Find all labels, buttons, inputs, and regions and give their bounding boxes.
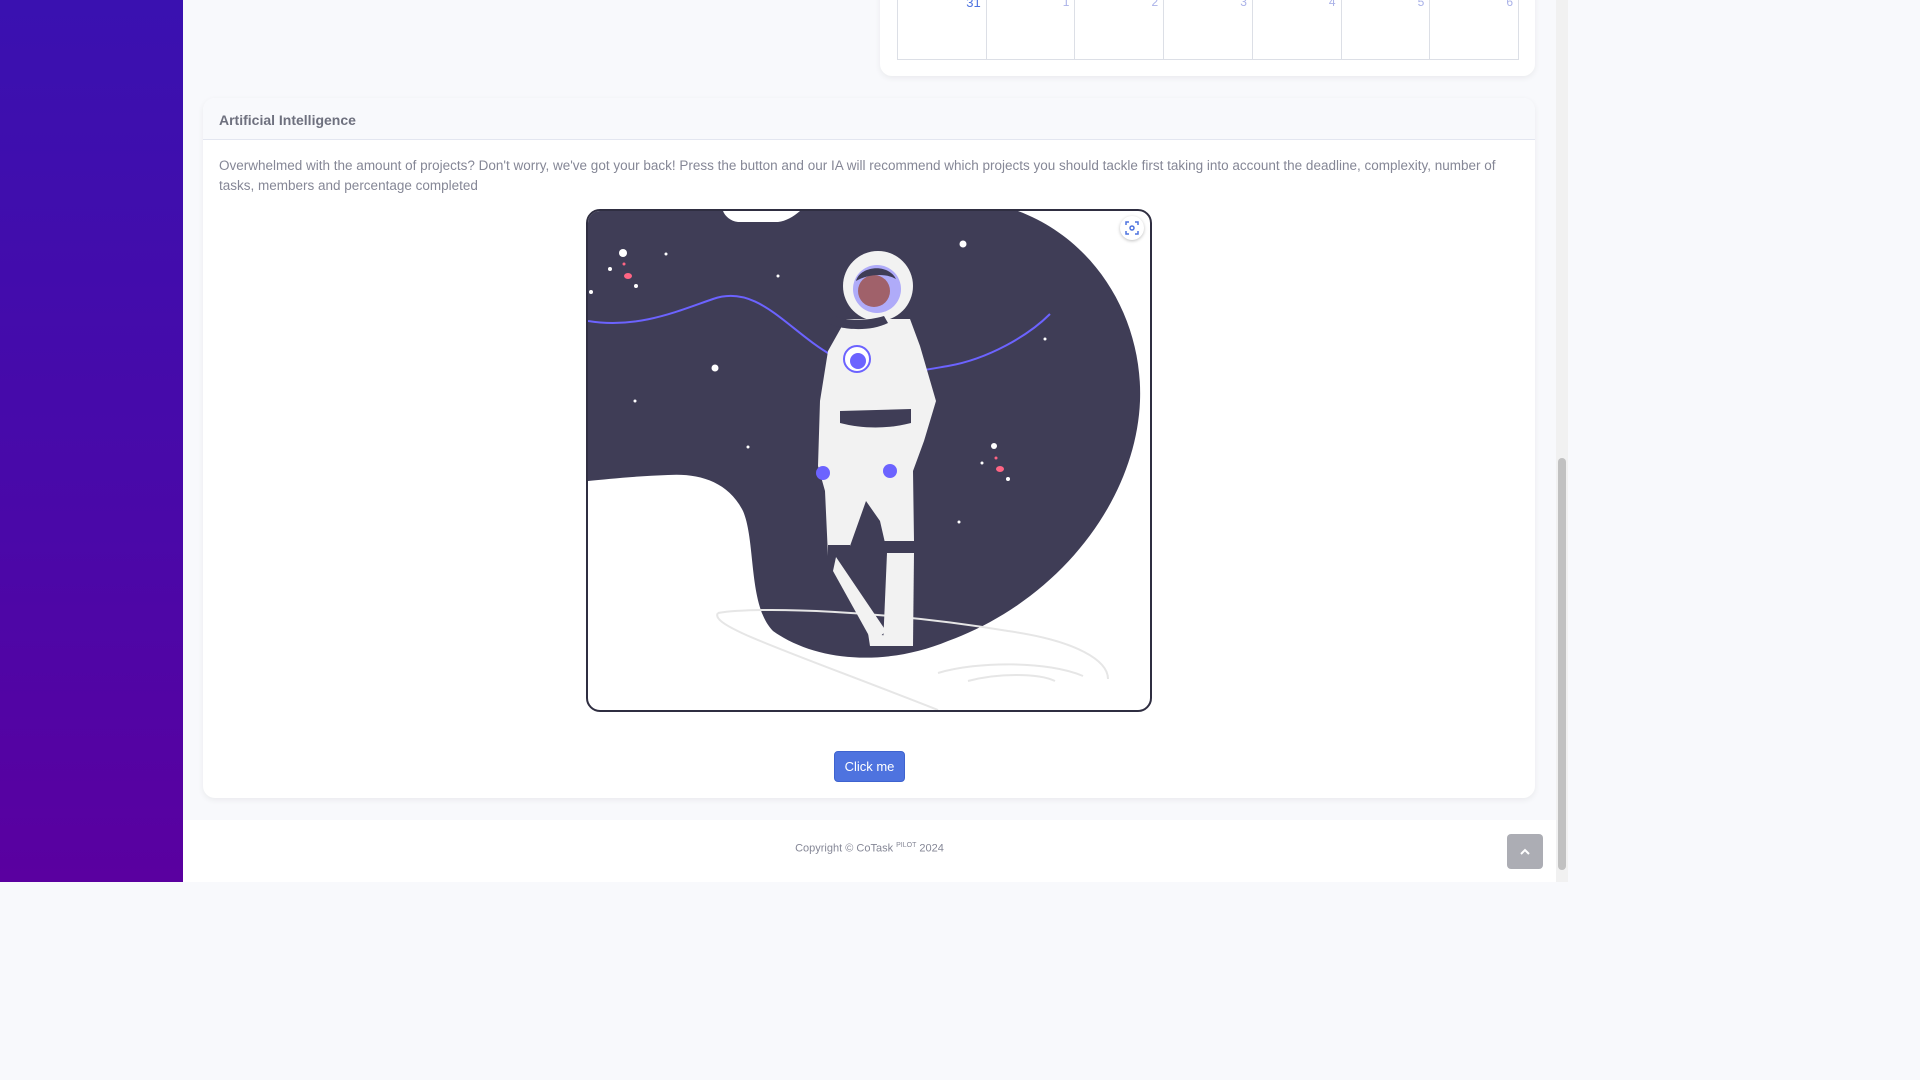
ai-card-title: Artificial Intelligence: [219, 112, 356, 128]
copyright-sup: PILOT: [896, 842, 917, 849]
astronaut-illustration: [586, 209, 1152, 712]
astronaut-illustration-svg: [588, 211, 1141, 710]
calendar-day-cell[interactable]: 6: [1430, 0, 1518, 59]
ai-card: Artificial Intelligence Overwhelmed with…: [203, 98, 1535, 798]
calendar-day-number: 31: [966, 0, 981, 10]
copyright-text: Copyright © CoTask PILOT 2024: [183, 842, 1556, 855]
calendar-day-number: 5: [1417, 0, 1425, 9]
calendar-day-number: 3: [1240, 0, 1247, 9]
calendar-day-cell[interactable]: 4: [1253, 0, 1342, 59]
sidebar: [0, 0, 183, 882]
page-scrollbar[interactable]: [1556, 0, 1568, 882]
calendar-day-cell[interactable]: 2: [1075, 0, 1165, 59]
calendar-day-number: 1: [1062, 0, 1070, 9]
footer: Copyright © CoTask PILOT 2024: [183, 820, 1556, 882]
scroll-to-top-button[interactable]: [1507, 834, 1543, 869]
calendar-day-cell[interactable]: 5: [1342, 0, 1431, 59]
calendar-day-number: 4: [1328, 0, 1336, 9]
scan-icon[interactable]: [1120, 216, 1144, 240]
calendar-day-cell[interactable]: 31: [898, 0, 987, 59]
calendar-day-number: 6: [1506, 0, 1514, 9]
copyright-prefix: Copyright © CoTask: [795, 842, 897, 855]
chevron-up-icon: [1520, 848, 1530, 855]
calendar-day-cell[interactable]: 3: [1164, 0, 1253, 59]
scrollbar-thumb[interactable]: [1558, 458, 1566, 870]
calendar-day-cell[interactable]: 1: [987, 0, 1076, 59]
calendar-week-row: 31 1 2 3 4 5 6: [897, 0, 1519, 60]
ai-recommend-button[interactable]: Click me: [834, 751, 905, 782]
calendar-day-number: 2: [1151, 0, 1159, 9]
ai-description: Overwhelmed with the amount of projects?…: [219, 158, 1496, 193]
ai-card-header: Artificial Intelligence: [203, 98, 1535, 140]
copyright-suffix: 2024: [916, 842, 944, 855]
